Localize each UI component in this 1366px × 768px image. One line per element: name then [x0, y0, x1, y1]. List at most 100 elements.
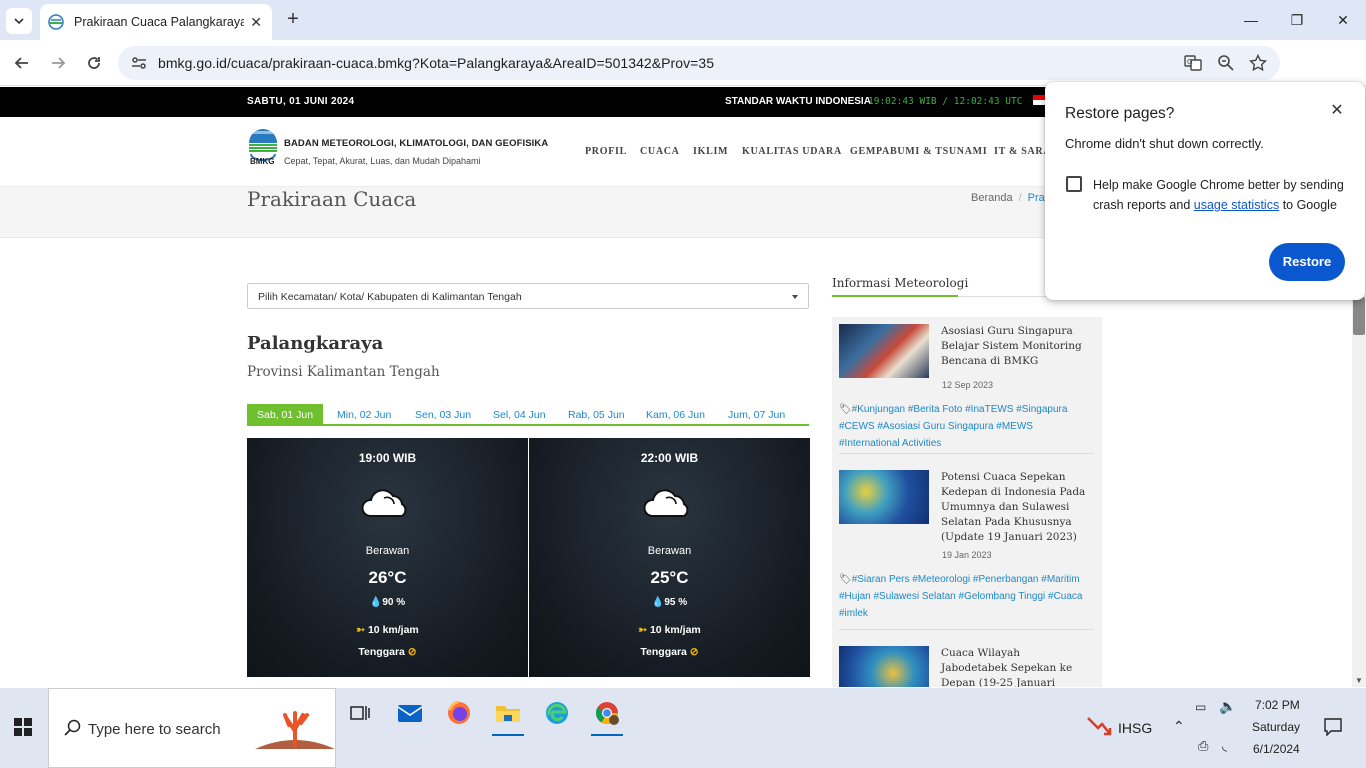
usage-statistics-link[interactable]: usage statistics: [1194, 198, 1279, 212]
nav-kualitas-udara[interactable]: KUALITAS UDARA: [742, 146, 842, 157]
water-drop-icon: 💧: [651, 597, 665, 608]
bmkg-favicon: [48, 14, 64, 30]
tab-search-button[interactable]: [6, 8, 32, 34]
crash-report-checkbox[interactable]: [1066, 176, 1082, 192]
restore-button[interactable]: Restore: [1269, 243, 1345, 281]
day-tab-6[interactable]: Kam, 06 Jun: [646, 404, 705, 426]
day-tab-2[interactable]: Min, 02 Jun: [337, 404, 391, 426]
close-window-button[interactable]: ✕: [1320, 8, 1366, 32]
taskbar-firefox-app[interactable]: [437, 694, 481, 732]
taskbar-search-box[interactable]: Type here to search: [48, 688, 336, 768]
news-title[interactable]: Asosiasi Guru Singapura Belajar Sistem M…: [941, 324, 1087, 369]
taskbar-chrome-app[interactable]: [585, 694, 629, 736]
day-tab-4[interactable]: Sel, 04 Jun: [493, 404, 546, 426]
district-select-value: Pilih Kecamatan/ Kota/ Kabupaten di Kali…: [258, 291, 522, 303]
notification-center-icon[interactable]: [1324, 718, 1342, 736]
forecast-wind-direction: Tenggara ⊘: [358, 646, 417, 658]
forecast-wind-direction: Tenggara ⊘: [640, 646, 699, 658]
network-status-icon[interactable]: ⎙: [1198, 738, 1208, 754]
battery-icon[interactable]: ▭: [1195, 700, 1206, 714]
firefox-icon: [448, 700, 470, 724]
browser-toolbar: bmkg.go.id/cuaca/prakiraan-cuaca.bmkg?Ko…: [0, 40, 1366, 114]
cloudy-icon: [361, 489, 407, 517]
scroll-down-arrow-icon[interactable]: ▼: [1355, 676, 1363, 685]
clock-time[interactable]: 7:02 PM: [1255, 698, 1300, 712]
compass-icon: ⊘: [689, 646, 699, 658]
nav-cuaca[interactable]: CUACA: [640, 146, 680, 157]
forecast-temperature: 26°C: [368, 568, 407, 587]
news-list: Asosiasi Guru Singapura Belajar Sistem M…: [832, 317, 1102, 687]
active-app-indicator: [591, 734, 623, 736]
forecast-temperature: 25°C: [650, 568, 689, 587]
address-bar[interactable]: bmkg.go.id/cuaca/prakiraan-cuaca.bmkg?Ko…: [118, 46, 1280, 80]
coral-search-highlight-icon: [255, 711, 335, 749]
nav-profil[interactable]: PROFIL: [585, 146, 627, 157]
task-view-button[interactable]: [338, 694, 382, 732]
volume-icon[interactable]: 🔈: [1219, 698, 1236, 715]
news-title[interactable]: Potensi Cuaca Sepekan Kedepan di Indones…: [941, 470, 1087, 545]
chrome-icon: [596, 702, 619, 725]
nav-it-sarana[interactable]: IT & SARA: [994, 146, 1051, 157]
restore-pages-dialog: Restore pages? ✕ Chrome didn't shut down…: [1045, 82, 1365, 300]
scrollbar-thumb[interactable]: [1353, 297, 1365, 335]
close-tab-icon[interactable]: ✕: [250, 14, 262, 31]
forecast-wind: ➳ 10 km/jam: [356, 624, 419, 636]
page-title: Prakiraan Cuaca: [247, 187, 417, 211]
district-select[interactable]: Pilih Kecamatan/ Kota/ Kabupaten di Kali…: [247, 283, 809, 309]
translate-icon[interactable]: G: [1184, 54, 1202, 72]
dropdown-caret-icon: [792, 295, 798, 299]
wind-icon: ➳: [638, 624, 648, 636]
search-icon: [64, 719, 81, 736]
minimize-button[interactable]: —: [1228, 8, 1274, 32]
standard-time-label: STANDAR WAKTU INDONESIA: [725, 96, 871, 107]
news-item[interactable]: Cuaca Wilayah Jabodetabek Sepekan ke Dep…: [839, 646, 1095, 687]
zoom-icon[interactable]: [1217, 54, 1235, 72]
svg-text:G: G: [1187, 58, 1192, 66]
day-tab-7[interactable]: Jum, 07 Jun: [728, 404, 785, 426]
task-view-icon: [350, 706, 370, 720]
taskbar-edge-app[interactable]: [535, 694, 579, 732]
news-title[interactable]: Cuaca Wilayah Jabodetabek Sepekan ke Dep…: [941, 646, 1087, 687]
day-tab-1[interactable]: Sab, 01 Jun: [247, 404, 324, 426]
new-tab-button[interactable]: +: [282, 8, 304, 30]
taskbar-file-explorer-app[interactable]: [486, 694, 530, 736]
forecast-time: 19:00 WIB: [358, 451, 417, 465]
water-drop-icon: 💧: [369, 597, 383, 608]
site-info-icon[interactable]: [130, 54, 148, 72]
breadcrumb-home[interactable]: Beranda: [971, 192, 1013, 204]
news-thumbnail[interactable]: [839, 646, 929, 687]
back-button[interactable]: [11, 52, 33, 74]
day-tab-5[interactable]: Rab, 05 Jun: [568, 404, 625, 426]
forward-button[interactable]: [47, 52, 69, 74]
nav-iklim[interactable]: IKLIM: [693, 146, 728, 157]
wifi-icon[interactable]: ◟: [1222, 738, 1227, 754]
taskbar: Type here to search IHSG ⌃ ▭ 🔈 ⎙ ◟ 7:02 …: [0, 688, 1366, 768]
reload-button[interactable]: [83, 52, 105, 74]
dialog-message: Chrome didn't shut down correctly.: [1065, 136, 1264, 151]
news-item[interactable]: Potensi Cuaca Sepekan Kedepan di Indones…: [839, 470, 1095, 640]
nav-gempabumi-tsunami[interactable]: GEMPABUMI & TSUNAMI: [850, 146, 987, 157]
clock-date[interactable]: 6/1/2024: [1253, 742, 1300, 756]
news-thumbnail[interactable]: [839, 324, 929, 378]
restore-window-button[interactable]: ❐: [1274, 8, 1320, 32]
news-tags: 🏷#Siaran Pers #Meteorologi #Penerbangan …: [839, 574, 1083, 619]
close-dialog-icon[interactable]: ✕: [1328, 102, 1346, 120]
browser-tab[interactable]: Prakiraan Cuaca Palangkaraya - ✕: [40, 4, 272, 40]
show-hidden-icons-chevron-icon[interactable]: ⌃: [1173, 718, 1185, 735]
windows-start-icon[interactable]: [14, 718, 32, 736]
bookmark-star-icon[interactable]: [1249, 54, 1267, 72]
forecast-card: 22:00 WIB Berawan 25°C 💧95 % ➳ 10 km/jam…: [529, 438, 810, 677]
news-date: 12 Sep 2023: [942, 380, 994, 390]
news-thumbnail[interactable]: [839, 470, 929, 524]
clock-day[interactable]: Saturday: [1252, 720, 1300, 734]
day-tab-3[interactable]: Sen, 03 Jun: [415, 404, 471, 426]
organization-name: BADAN METEOROLOGI, KLIMATOLOGI, DAN GEOF…: [284, 138, 549, 149]
stock-ticker[interactable]: IHSG: [1118, 720, 1152, 736]
news-tags: 🏷#Kunjungan #Berita Foto #InaTEWS #Singa…: [839, 404, 1068, 449]
reload-icon: [88, 57, 100, 69]
news-item[interactable]: Asosiasi Guru Singapura Belajar Sistem M…: [839, 324, 1095, 494]
forecast-humidity: 💧90 %: [369, 597, 406, 608]
stock-down-icon[interactable]: [1086, 716, 1112, 738]
taskbar-mail-app[interactable]: [388, 694, 432, 732]
crash-report-label: Help make Google Chrome better by sendin…: [1093, 178, 1344, 212]
